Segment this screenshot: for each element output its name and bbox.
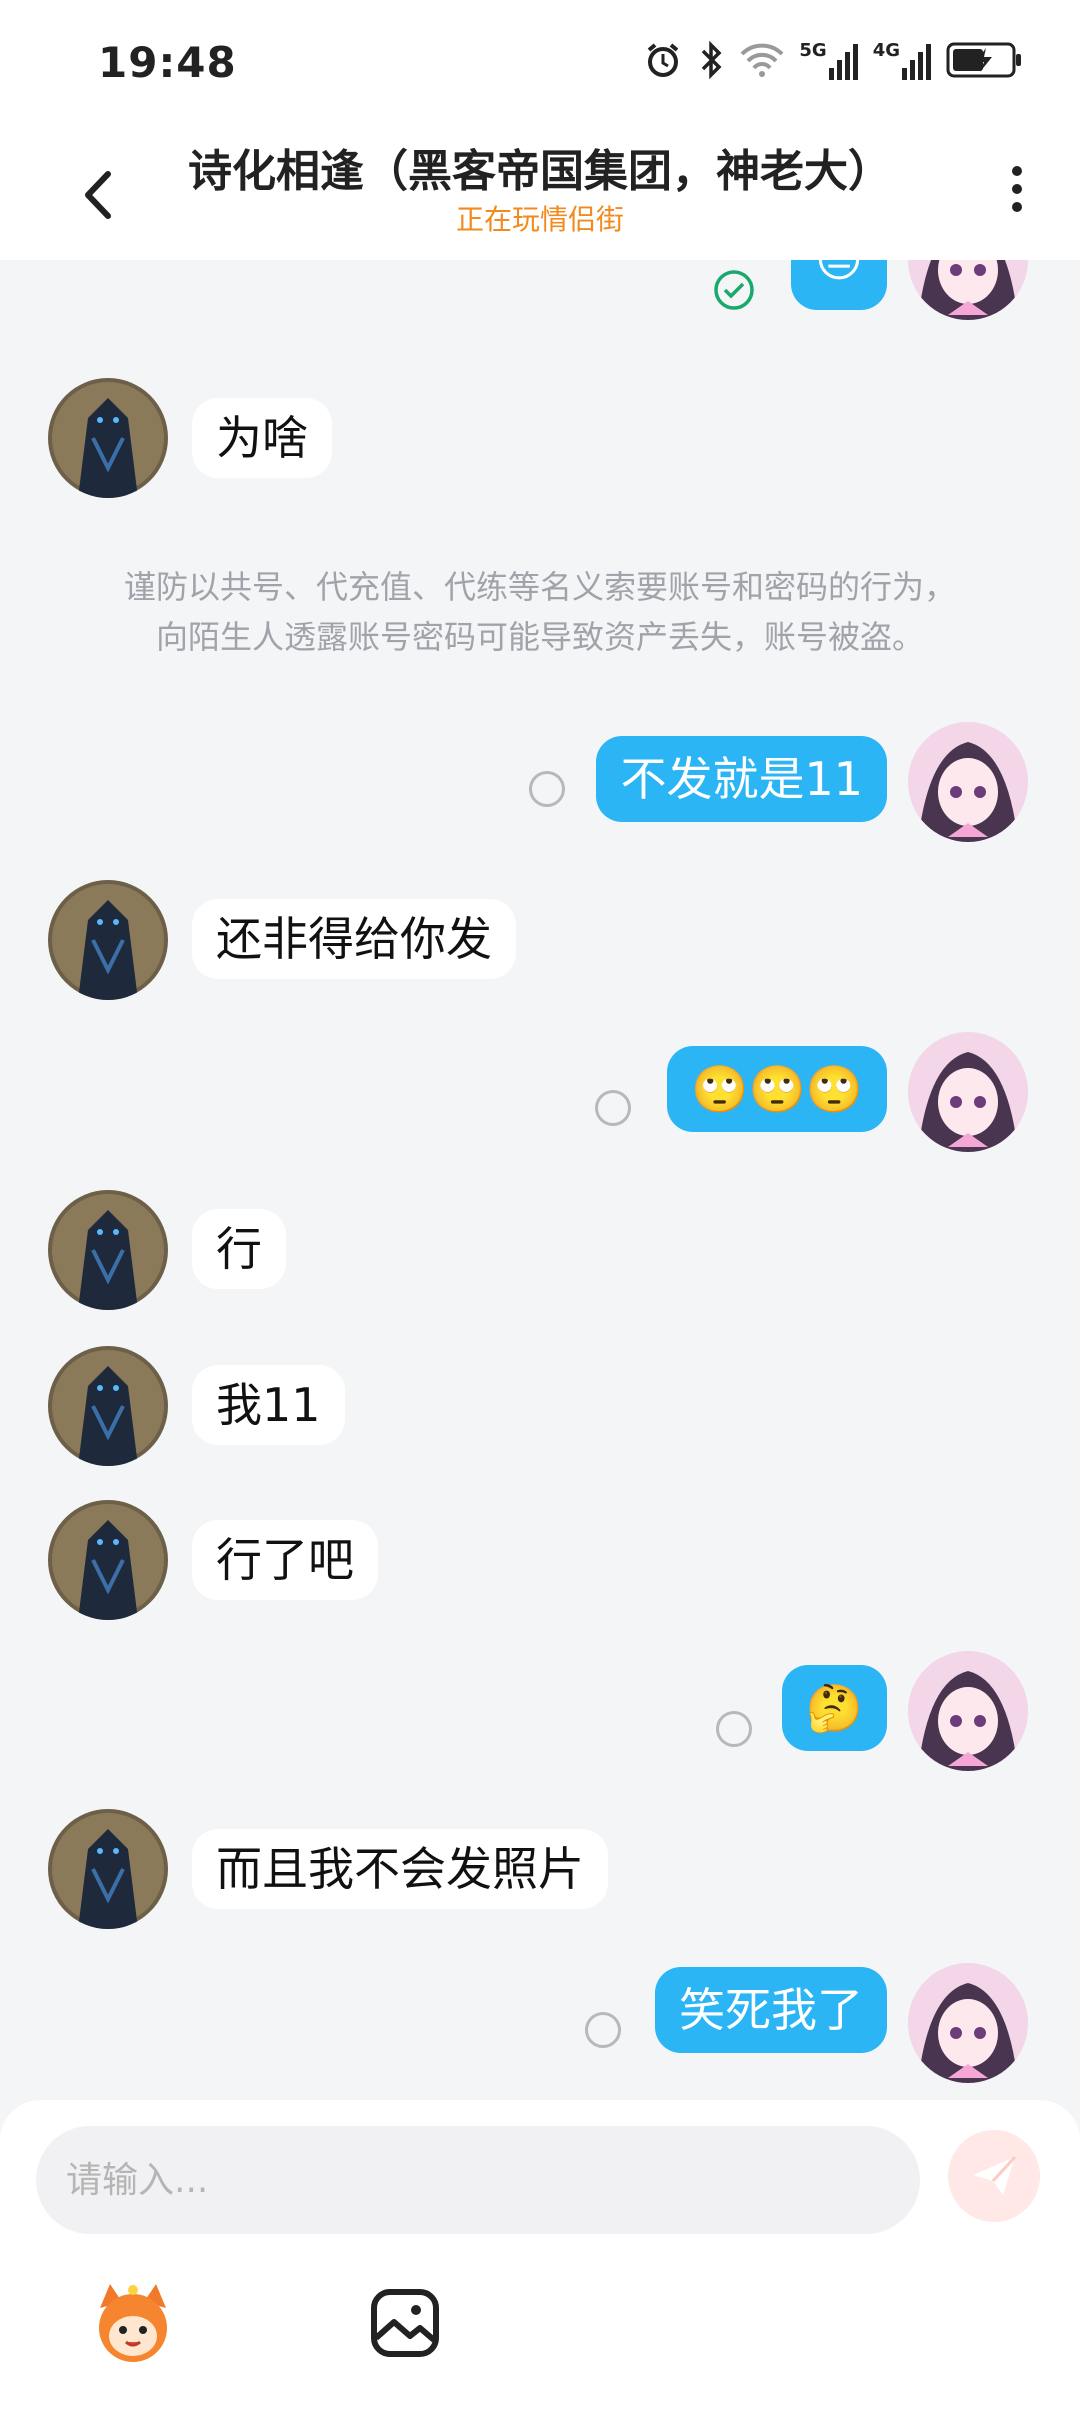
composer xyxy=(0,2100,1080,2412)
sticker-button[interactable] xyxy=(88,2278,178,2368)
image-picker-button[interactable] xyxy=(360,2278,450,2368)
battery-charging-icon xyxy=(946,42,1021,78)
my-avatar[interactable] xyxy=(908,260,1028,320)
contact-avatar[interactable] xyxy=(48,1346,168,1466)
contact-avatar[interactable] xyxy=(48,880,168,1000)
signal-bars-icon xyxy=(902,44,931,80)
sent-status-icon xyxy=(529,771,565,807)
contact-name: 诗化相逢（黑客帝国集团，神老大） xyxy=(188,146,892,197)
more-vertical-icon xyxy=(1002,166,1032,212)
read-check-icon xyxy=(714,270,754,310)
contact-avatar[interactable] xyxy=(48,1809,168,1929)
my-avatar[interactable] xyxy=(908,1032,1028,1152)
my-avatar[interactable] xyxy=(908,1963,1028,2083)
network-5g-label: 5G xyxy=(799,40,827,61)
more-options-button[interactable] xyxy=(1002,158,1032,228)
security-notice-line: 向陌生人透露账号密码可能导致资产丢失，账号被盗。 xyxy=(155,618,924,656)
contact-avatar[interactable] xyxy=(48,1190,168,1310)
sent-status-icon xyxy=(585,2012,621,2048)
wifi-icon xyxy=(740,43,784,77)
status-time: 19:48 xyxy=(98,38,237,87)
contact-activity-status: 正在玩情侣街 xyxy=(455,203,624,236)
status-bar: 19:48 5G 4G xyxy=(0,0,1080,130)
sent-status-icon xyxy=(595,1090,631,1126)
message-row-incoming: 而且我不会发照片 xyxy=(0,1809,1080,1939)
security-notice-line: 谨防以共号、代充值、代练等名义索要账号和密码的行为， xyxy=(123,568,956,606)
message-row-incoming: 我11 xyxy=(0,1346,1080,1476)
mascot-sticker-icon xyxy=(99,2284,167,2362)
message-bubble[interactable]: 我11 xyxy=(192,1365,345,1445)
status-icons: 5G 4G xyxy=(643,40,1022,80)
message-bubble[interactable]: 🤔 xyxy=(781,1665,887,1751)
chat-header: 诗化相逢（黑客帝国集团，神老大） 正在玩情侣街 xyxy=(0,130,1080,260)
message-row-incoming: 为啥 xyxy=(0,378,1080,508)
message-bubble[interactable]: 而且我不会发照片 xyxy=(192,1829,608,1909)
message-row-outgoing: 笑死我了 xyxy=(0,1963,1080,2093)
bluetooth-icon xyxy=(702,40,722,80)
message-bubble[interactable]: 笑死我了 xyxy=(655,1967,887,2053)
message-bubble[interactable]: 为啥 xyxy=(192,398,332,478)
message-input[interactable] xyxy=(36,2126,920,2234)
message-bubble[interactable]: 行了吧 xyxy=(192,1520,378,1600)
message-row-outgoing: 不发就是11 xyxy=(0,722,1080,852)
message-list[interactable]: 😐 为啥 谨防以共号、代充值、代练等名义索要账号和密码的行为， 向陌生人透露账号… xyxy=(0,260,1080,2100)
signal-5g: 5G xyxy=(799,40,858,80)
message-bubble[interactable]: 不发就是11 xyxy=(596,736,887,822)
header-title-block: 诗化相逢（黑客帝国集团，神老大） 正在玩情侣街 xyxy=(0,142,1080,238)
my-avatar[interactable] xyxy=(908,722,1028,842)
message-row-outgoing: 🤔 xyxy=(0,1651,1080,1783)
message-bubble[interactable]: 还非得给你发 xyxy=(192,899,516,979)
message-bubble[interactable]: 😐 xyxy=(791,260,887,310)
message-row-incoming: 还非得给你发 xyxy=(0,880,1080,1010)
message-row-incoming: 行了吧 xyxy=(0,1500,1080,1630)
send-icon xyxy=(973,2155,1017,2195)
alarm-icon xyxy=(648,43,679,77)
message-row-outgoing: 🙄🙄🙄 xyxy=(0,1032,1080,1162)
contact-avatar[interactable] xyxy=(48,1500,168,1620)
network-4g-label: 4G xyxy=(872,40,900,61)
message-row-incoming: 行 xyxy=(0,1190,1080,1320)
my-avatar[interactable] xyxy=(908,1651,1028,1771)
signal-4g: 4G xyxy=(873,40,932,80)
message-bubble[interactable]: 🙄🙄🙄 xyxy=(667,1046,887,1132)
image-picker-icon xyxy=(371,2289,439,2357)
message-row-outgoing: 😐 xyxy=(0,260,1080,340)
contact-avatar[interactable] xyxy=(48,378,168,498)
signal-bars-icon xyxy=(828,44,858,80)
send-button[interactable] xyxy=(948,2130,1040,2222)
sent-status-icon xyxy=(716,1711,752,1747)
security-notice: 谨防以共号、代充值、代练等名义索要账号和密码的行为， 向陌生人透露账号密码可能导… xyxy=(60,562,1020,662)
message-bubble[interactable]: 行 xyxy=(192,1209,286,1289)
